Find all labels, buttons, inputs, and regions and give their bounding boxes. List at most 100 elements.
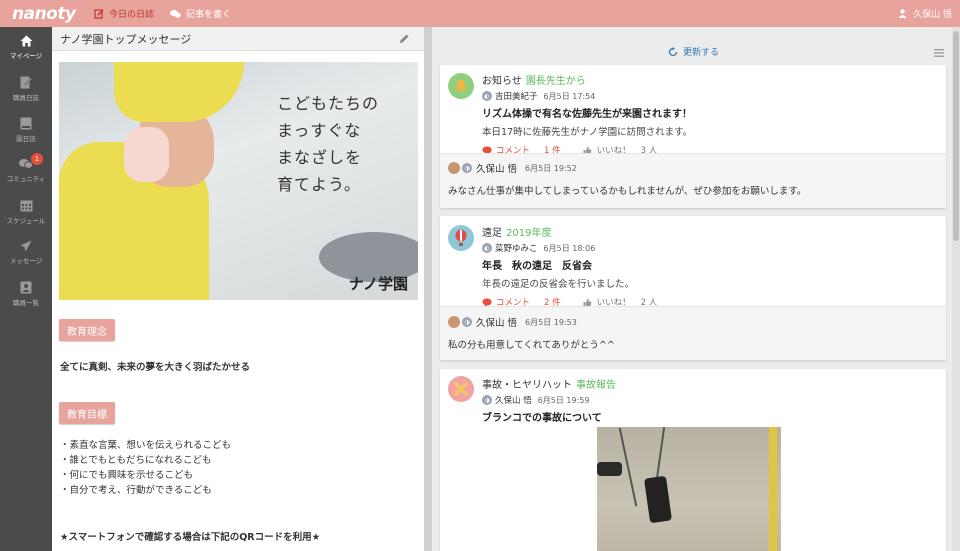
author-avatar-icon: ◑	[482, 395, 492, 405]
post-photo-swing[interactable]	[597, 427, 781, 551]
goals-label: 教育目標	[59, 402, 115, 424]
comment-author[interactable]: 久保山 悟	[476, 315, 517, 329]
author-avatar-icon: ◐	[482, 91, 492, 101]
panel-resize-handle[interactable]	[424, 27, 432, 551]
sidebar-item-mypage[interactable]: マイページ	[0, 27, 52, 68]
post-meta: ◐ 菜野ゆみこ 6月5日 18:06	[482, 242, 946, 254]
post-title[interactable]: ブランコでの事故について	[482, 409, 946, 424]
comment-date: 6月5日 19:52	[525, 163, 577, 173]
role-badge-icon: ◑	[462, 163, 472, 173]
comment-header: ◑ 久保山 悟 6月5日 19:53	[448, 315, 946, 329]
sidebar-item-label: メッセージ	[9, 257, 43, 265]
post-category: 遠足 2019年度	[482, 224, 946, 239]
nav-today-diary-label: 今日の日誌	[109, 10, 155, 20]
user-icon	[898, 9, 907, 18]
commenter-avatar	[448, 316, 460, 328]
post: 遠足 2019年度 ◐ 菜野ゆみこ 6月5日 18:06 年長 秋の遠足 反省会 …	[440, 216, 946, 308]
post-subcategory[interactable]: 2019年度	[506, 228, 551, 239]
post-card: 事故・ヒヤリハット 事故報告 ◑ 久保山 悟 6月5日 19:59 ブランコでの事…	[440, 369, 946, 551]
sidebar-item-label: 職員日誌	[13, 93, 39, 102]
scrollbar-thumb[interactable]	[953, 31, 959, 241]
book-icon	[20, 117, 32, 129]
sidebar-item-staff-diary[interactable]: 職員日誌	[0, 68, 52, 109]
post-subcategory[interactable]: 事故報告	[576, 380, 616, 391]
home-icon	[20, 35, 32, 47]
role-badge-icon: ◑	[462, 317, 472, 327]
swing-seat	[643, 475, 673, 524]
calendar-icon	[20, 200, 32, 211]
hero-child-hat	[114, 62, 244, 122]
sidebar-item-staff-list[interactable]: 職員一覧	[0, 273, 52, 314]
comment-body: みなさん仕事が集中してしまっているかもしれませんが、ぜひ参加をお願いします。	[448, 186, 807, 197]
sidebar-item-label: マイページ	[9, 52, 43, 60]
panel-header: ナノ学園トップメッセージ	[52, 27, 424, 51]
goals-list: ・素直な言葉、想いを伝えられるこども ・誰とでもともだちになれるこども ・何にで…	[60, 438, 231, 498]
post-meta: ◑ 久保山 悟 6月5日 19:59	[482, 394, 946, 406]
post-category-label: お知らせ	[482, 76, 522, 87]
qr-note: ★スマートフォンで確認する場合は下記のQRコードを利用★	[60, 532, 321, 543]
sidebar-item-label: スケジュール	[6, 216, 46, 225]
notification-badge: 1	[31, 153, 43, 165]
comment-body: 私の分も用意してくれてありがとう^^	[448, 340, 615, 351]
sidebar-item-messages[interactable]: メッセージ	[0, 232, 52, 273]
philosophy-text: 全てに真剣、未来の夢を大きく羽ばたかせる	[60, 362, 251, 373]
diary-edit-icon	[94, 8, 104, 19]
comment: ◑ 久保山 悟 6月5日 19:52 みなさん仕事が集中してしまっているかもしれ…	[440, 153, 946, 208]
goal-item: ・素直な言葉、想いを伝えられるこども	[60, 440, 232, 451]
post-date: 6月5日 18:06	[543, 243, 596, 253]
post-author[interactable]: 吉田美紀子	[495, 90, 538, 102]
post-body: 本日17時に佐藤先生がナノ学園に訪問されます。	[482, 127, 693, 138]
post-category-label: 遠足	[482, 228, 502, 239]
hero-tagline: こどもたちの まっすぐな まなざしを 育てよう。	[277, 94, 380, 194]
top-message-panel: ナノ学園トップメッセージ こどもたちの まっすぐな まなざしを 育てよう。 ナノ…	[52, 27, 424, 551]
post-date: 6月5日 17:54	[543, 91, 596, 101]
hero-brand-logo: ナノ学園	[348, 275, 408, 293]
nav-today-diary[interactable]: 今日の日誌	[94, 7, 154, 20]
refresh-button[interactable]: 更新する	[668, 45, 719, 58]
bell-icon	[448, 73, 474, 99]
sidebar: マイページ 職員日誌 園日誌 1 コミュニティ スケジュール メッセージ 職員一…	[0, 27, 52, 551]
user-menu[interactable]: 久保山 悟	[898, 0, 952, 27]
swing-pole	[769, 427, 777, 551]
comment-header: ◑ 久保山 悟 6月5日 19:52	[448, 161, 946, 175]
swing-seat	[597, 462, 622, 476]
sidebar-item-schedule[interactable]: スケジュール	[0, 191, 52, 232]
post-title[interactable]: リズム体操で有名な佐藤先生が来園されます！	[482, 105, 946, 120]
user-name: 久保山 悟	[913, 10, 952, 20]
post-card: 遠足 2019年度 ◐ 菜野ゆみこ 6月5日 18:06 年長 秋の遠足 反省会 …	[440, 216, 946, 360]
comment: ◑ 久保山 悟 6月5日 19:53 私の分も用意してくれてありがとう^^	[440, 306, 946, 360]
cross-mark-icon	[448, 376, 474, 402]
post-subcategory[interactable]: 園長先生から	[526, 76, 586, 87]
goal-item: ・自分で考え、行動ができるこども	[60, 485, 212, 496]
commenter-avatar	[448, 162, 460, 174]
pencil-icon[interactable]	[399, 33, 410, 44]
nav-write-article[interactable]: 記事を書く	[170, 7, 231, 20]
post-author[interactable]: 菜野ゆみこ	[495, 242, 538, 254]
chat-bubbles-icon	[170, 9, 181, 18]
hamburger-menu-icon[interactable]	[934, 49, 944, 57]
top-bar: nanoty 今日の日誌 記事を書く 久保山 悟	[0, 0, 960, 27]
post-title[interactable]: 年長 秋の遠足 反省会	[482, 257, 946, 272]
feed: 更新する お知らせ 園長先生から ◐ 吉田美紀子 6月5日 17:54 リズム体操…	[432, 27, 952, 551]
nanoty-logo[interactable]: nanoty	[12, 4, 76, 24]
nav-write-article-label: 記事を書く	[186, 10, 232, 20]
hot-air-balloon-icon	[448, 225, 474, 251]
hero-child-mask	[124, 127, 169, 182]
sidebar-item-community[interactable]: 1 コミュニティ	[0, 150, 52, 191]
post: お知らせ 園長先生から ◐ 吉田美紀子 6月5日 17:54 リズム体操で有名な佐…	[440, 65, 946, 156]
top-nav: 今日の日誌 記事を書く	[94, 7, 247, 20]
post-author[interactable]: 久保山 悟	[495, 394, 532, 406]
post: 事故・ヒヤリハット 事故報告 ◑ 久保山 悟 6月5日 19:59 ブランコでの事…	[440, 369, 946, 551]
comment-author[interactable]: 久保山 悟	[476, 161, 517, 175]
paper-plane-icon	[20, 240, 32, 252]
feed-header: 更新する	[432, 27, 952, 65]
sidebar-item-label: 園日誌	[16, 134, 36, 143]
post-category-label: 事故・ヒヤリハット	[482, 380, 572, 391]
refresh-icon	[668, 46, 678, 56]
sidebar-item-school-diary[interactable]: 園日誌	[0, 109, 52, 150]
goal-item: ・何にでも興味を示せるこども	[60, 470, 194, 481]
feed-scrollbar[interactable]	[952, 27, 960, 551]
author-avatar-icon: ◐	[482, 243, 492, 253]
staff-list-icon	[20, 281, 32, 293]
post-body: 年長の遠足の反省会を行いました。	[482, 279, 635, 290]
